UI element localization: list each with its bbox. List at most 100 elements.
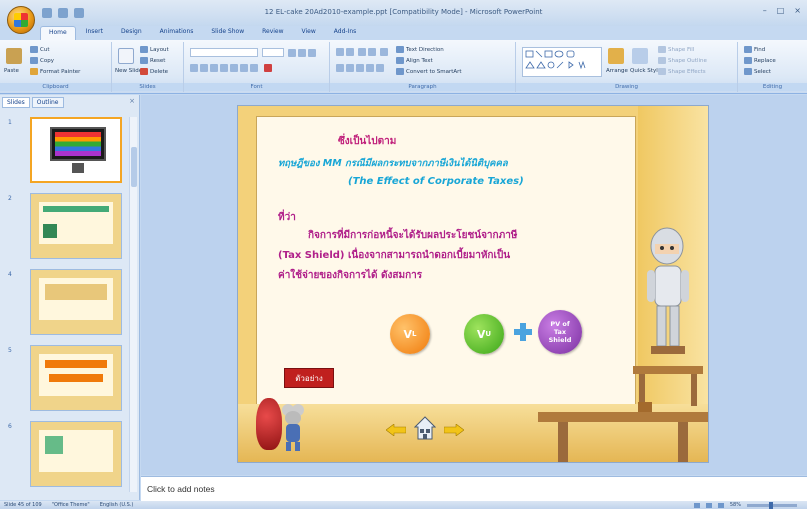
italic-icon[interactable] bbox=[200, 64, 208, 72]
char-spacing-icon[interactable] bbox=[240, 64, 248, 72]
convert-smartart-button[interactable]: Convert to SmartArt bbox=[396, 68, 462, 75]
slide-show-icon[interactable] bbox=[717, 502, 724, 508]
example-button[interactable]: ตัวอย่าง bbox=[284, 368, 334, 388]
align-right-icon[interactable] bbox=[356, 64, 364, 72]
tab-design[interactable]: Design bbox=[113, 26, 150, 40]
thumbnail-row[interactable]: 5 bbox=[4, 343, 132, 415]
font-name-combo[interactable] bbox=[190, 48, 258, 57]
shape-outline-button[interactable]: Shape Outline bbox=[658, 57, 707, 64]
pv-tax-shield-circle[interactable]: PV of Tax Shield bbox=[538, 310, 582, 354]
tab-review[interactable]: Review bbox=[254, 26, 291, 40]
change-case-icon[interactable] bbox=[250, 64, 258, 72]
tab-add-ins[interactable]: Add-Ins bbox=[326, 26, 364, 40]
align-center-icon[interactable] bbox=[346, 64, 354, 72]
align-text-button[interactable]: Align Text bbox=[396, 57, 433, 64]
panel-close-icon[interactable]: × bbox=[129, 97, 135, 105]
drawing-group: Arrange Quick Styles Shape Fill Shape Ou… bbox=[516, 42, 738, 92]
body-line-3[interactable]: (Tax Shield) เนื่องจากสามารถนำดอกเบี้ยมา… bbox=[278, 248, 510, 263]
shadow-icon[interactable] bbox=[230, 64, 238, 72]
layout-button[interactable]: Layout bbox=[140, 46, 169, 53]
next-arrow-icon[interactable] bbox=[444, 424, 464, 436]
paste-button[interactable]: Paste bbox=[4, 68, 19, 74]
normal-view-icon[interactable] bbox=[693, 502, 700, 508]
bullets-icon[interactable] bbox=[336, 48, 344, 56]
slide-thumbnail[interactable] bbox=[30, 117, 122, 183]
tab-home[interactable]: Home bbox=[40, 26, 76, 40]
body-line-1[interactable]: ที่ว่า bbox=[278, 210, 296, 225]
delete-button[interactable]: Delete bbox=[140, 68, 168, 75]
slide-thumbnail[interactable] bbox=[30, 345, 122, 411]
copy-button[interactable]: Copy bbox=[30, 57, 54, 64]
previous-arrow-icon[interactable] bbox=[386, 424, 406, 436]
thumbnail-row[interactable]: 6 bbox=[4, 419, 132, 491]
language-indicator[interactable]: English (U.S.) bbox=[100, 502, 134, 508]
tab-slides[interactable]: Slides bbox=[2, 97, 30, 108]
font-color-icon[interactable] bbox=[264, 64, 272, 72]
tab-view[interactable]: View bbox=[294, 26, 324, 40]
binoculars-icon bbox=[744, 46, 752, 53]
current-slide[interactable]: ซึ่งเป็นไปตาม ทฤษฎีของ MM กรณีมีผลกระทบจ… bbox=[237, 105, 709, 463]
home-icon[interactable] bbox=[414, 416, 436, 440]
justify-icon[interactable] bbox=[366, 64, 374, 72]
zoom-level[interactable]: 58% bbox=[730, 502, 741, 508]
increase-indent-icon[interactable] bbox=[368, 48, 376, 56]
underline-icon[interactable] bbox=[210, 64, 218, 72]
quick-styles-icon[interactable] bbox=[632, 48, 648, 64]
new-slide-icon[interactable] bbox=[118, 48, 134, 64]
theory-english-line[interactable]: (The Effect of Corporate Taxes) bbox=[348, 176, 524, 187]
body-line-4[interactable]: ค่าใช้จ่ายของกิจการได้ ดังสมการ bbox=[278, 268, 422, 283]
align-left-icon[interactable] bbox=[336, 64, 344, 72]
line-spacing-icon[interactable] bbox=[380, 48, 388, 56]
body-line-2[interactable]: กิจการที่มีการก่อหนี้จะได้รับผลประโยชน์จ… bbox=[308, 228, 517, 243]
tab-insert[interactable]: Insert bbox=[78, 26, 111, 40]
vl-circle[interactable]: VL bbox=[390, 314, 430, 354]
thumbnail-row[interactable]: 4 bbox=[4, 267, 132, 339]
minimize-button[interactable]: – bbox=[763, 6, 767, 15]
replace-button[interactable]: Replace bbox=[744, 57, 776, 64]
office-button[interactable] bbox=[7, 6, 35, 34]
font-size-combo[interactable] bbox=[262, 48, 284, 57]
slide-thumbnail[interactable] bbox=[30, 421, 122, 487]
grow-font-icon[interactable] bbox=[288, 49, 296, 57]
zoom-slider-knob[interactable] bbox=[769, 501, 773, 509]
cut-button[interactable]: Cut bbox=[30, 46, 49, 53]
close-button[interactable]: × bbox=[794, 6, 801, 15]
columns-icon[interactable] bbox=[376, 64, 384, 72]
shape-fill-button[interactable]: Shape Fill bbox=[658, 46, 694, 53]
reset-button[interactable]: Reset bbox=[140, 57, 165, 64]
zoom-slider[interactable] bbox=[747, 501, 797, 509]
theory-thai-line[interactable]: ทฤษฎีของ MM กรณีมีผลกระทบจากภาษีเงินได้น… bbox=[278, 156, 508, 171]
bold-icon[interactable] bbox=[190, 64, 198, 72]
vu-circle[interactable]: VU bbox=[464, 314, 504, 354]
thumbnail-row[interactable]: 1 bbox=[4, 115, 132, 187]
arrange-icon[interactable] bbox=[608, 48, 624, 64]
text-direction-button[interactable]: Text Direction bbox=[396, 46, 444, 53]
new-slide-button[interactable]: New Slide bbox=[115, 68, 142, 74]
decrease-indent-icon[interactable] bbox=[358, 48, 366, 56]
clear-format-icon[interactable] bbox=[308, 49, 316, 57]
slide-sorter-icon[interactable] bbox=[705, 502, 712, 508]
arrange-button[interactable]: Arrange bbox=[606, 68, 628, 74]
strikethrough-icon[interactable] bbox=[220, 64, 228, 72]
slide-thumbnail[interactable] bbox=[30, 193, 122, 259]
panel-scrollbar[interactable] bbox=[129, 117, 137, 492]
thumbnail-row[interactable]: 2 bbox=[4, 191, 132, 263]
paste-icon[interactable] bbox=[6, 48, 22, 64]
find-label: Find bbox=[754, 46, 766, 53]
numbering-icon[interactable] bbox=[346, 48, 354, 56]
format-painter-button[interactable]: Format Painter bbox=[30, 68, 80, 75]
slide-thumbnail[interactable] bbox=[30, 269, 122, 335]
find-button[interactable]: Find bbox=[744, 46, 765, 53]
shape-effects-button[interactable]: Shape Effects bbox=[658, 68, 706, 75]
notes-pane[interactable]: Click to add notes bbox=[141, 476, 807, 501]
tab-slide-show[interactable]: Slide Show bbox=[203, 26, 252, 40]
copy-icon bbox=[30, 57, 38, 64]
tab-outline[interactable]: Outline bbox=[31, 97, 64, 108]
shapes-gallery[interactable] bbox=[522, 47, 602, 77]
scrollbar-thumb[interactable] bbox=[131, 147, 137, 187]
slide-subtitle[interactable]: ซึ่งเป็นไปตาม bbox=[338, 134, 396, 149]
maximize-button[interactable]: □ bbox=[777, 6, 785, 15]
select-button[interactable]: Select bbox=[744, 68, 771, 75]
tab-animations[interactable]: Animations bbox=[152, 26, 202, 40]
shrink-font-icon[interactable] bbox=[298, 49, 306, 57]
